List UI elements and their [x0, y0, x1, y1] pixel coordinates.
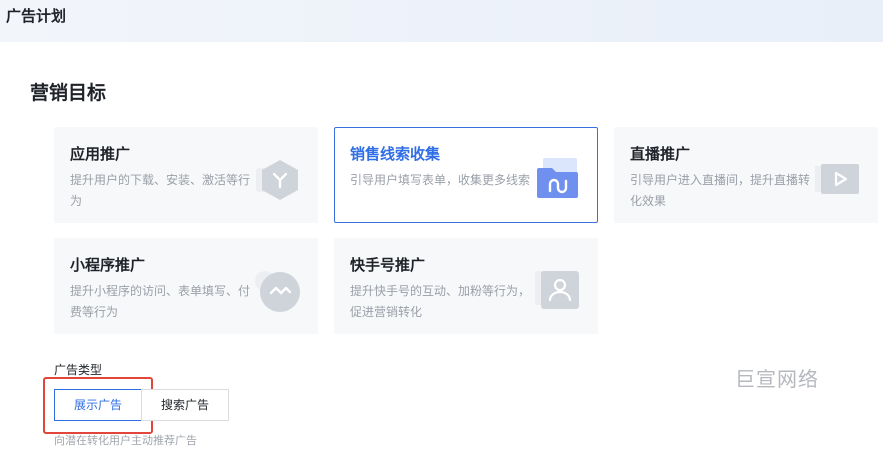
card-mini-program[interactable]: 小程序推广 提升小程序的访问、表单填写、付费等行为: [54, 238, 318, 334]
mini-program-icon: [255, 267, 301, 313]
card-title: 快手号推广: [350, 256, 426, 274]
user-account-icon: [535, 267, 581, 313]
top-bar: 广告计划: [0, 0, 883, 42]
card-kuaishou-account[interactable]: 快手号推广 提升快手号的互动、加粉等行为，促进营销转化: [334, 238, 598, 334]
card-desc: 提升小程序的访问、表单填写、付费等行为: [70, 284, 251, 319]
card-title: 销售线索收集: [350, 145, 441, 163]
page-title: 广告计划: [6, 7, 67, 25]
card-app-promotion[interactable]: 应用推广 提升用户的下载、安装、激活等行为: [54, 127, 318, 223]
section-title: 营销目标: [30, 82, 107, 104]
card-desc: 引导用户进入直播间，提升直播转化效果: [630, 173, 811, 208]
card-desc: 提升快手号的互动、加粉等行为，促进营销转化: [350, 284, 531, 319]
app-hexagon-icon: [255, 156, 301, 202]
card-lead-collection[interactable]: 销售线索收集 引导用户填写表单，收集更多线索: [334, 127, 598, 223]
display-ad-button[interactable]: 展示广告: [54, 389, 142, 421]
watermark: 巨宣网络: [735, 367, 819, 391]
ad-type-label: 广告类型: [54, 363, 103, 377]
search-ad-button[interactable]: 搜索广告: [141, 389, 229, 421]
card-desc: 引导用户填写表单，收集更多线索: [350, 173, 531, 187]
folder-lead-icon: [535, 156, 581, 202]
card-title: 直播推广: [630, 145, 691, 163]
card-title: 应用推广: [70, 145, 131, 163]
play-video-icon: [815, 156, 861, 202]
ad-type-hint: 向潜在转化用户主动推荐广告: [54, 434, 197, 447]
card-title: 小程序推广: [70, 256, 146, 274]
card-desc: 提升用户的下载、安装、激活等行为: [70, 173, 251, 208]
card-live-promotion[interactable]: 直播推广 引导用户进入直播间，提升直播转化效果: [614, 127, 878, 223]
